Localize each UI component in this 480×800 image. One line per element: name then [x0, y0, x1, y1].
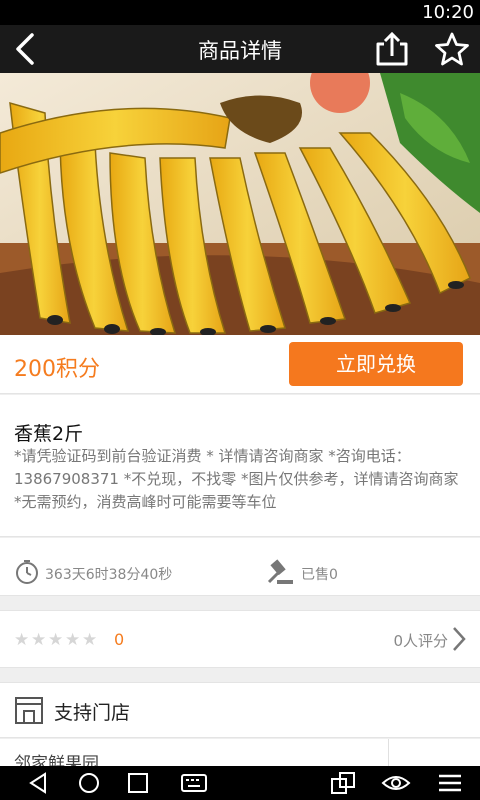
- star-empty-icon: ★: [14, 630, 30, 650]
- gavel-icon: [267, 559, 293, 584]
- product-image: [0, 73, 480, 335]
- status-bar: 10:20: [0, 0, 480, 25]
- rating-count: 0人评分: [393, 632, 448, 650]
- screen: 10:20 商品详情 200积分 立即兑换 香蕉2斤 *请凭验证码到前台验证消费…: [0, 0, 480, 800]
- status-time: 10:20: [422, 2, 474, 23]
- favorite-button[interactable]: [432, 30, 472, 68]
- share-icon: [376, 31, 408, 66]
- screenshot-icon[interactable]: [330, 771, 356, 795]
- meta-row: 363天6时38分40秒 已售0: [0, 538, 480, 596]
- price-row: 200积分 立即兑换: [0, 335, 480, 394]
- star-icon: [435, 32, 469, 66]
- app-header: 商品详情: [0, 25, 480, 73]
- redeem-now-button[interactable]: 立即兑换: [289, 342, 463, 386]
- star-empty-icon: ★: [82, 630, 98, 650]
- star-empty-icon: ★: [48, 630, 64, 650]
- share-button[interactable]: [372, 30, 412, 68]
- countdown-timer: 363天6时38分40秒: [45, 567, 173, 583]
- product-name: 香蕉2斤: [14, 423, 84, 445]
- store-section-header: 支持门店: [0, 682, 480, 738]
- nav-recents-icon[interactable]: [126, 771, 150, 795]
- star-empty-icon: ★: [31, 630, 47, 650]
- stopwatch-icon: [16, 560, 38, 584]
- points-price: 200积分: [14, 357, 100, 382]
- banana-photo: [0, 73, 480, 335]
- nav-back-icon[interactable]: [26, 771, 50, 795]
- product-info: 香蕉2斤 *请凭验证码到前台验证消费 * 详情请咨询商家 *咨询电话：13867…: [0, 395, 480, 537]
- rating-row[interactable]: ★ ★ ★ ★ ★ 0 0人评分: [0, 610, 480, 668]
- nav-home-icon[interactable]: [77, 771, 101, 795]
- menu-icon[interactable]: [437, 771, 463, 795]
- eye-icon[interactable]: [381, 771, 411, 795]
- star-empty-icon: ★: [65, 630, 81, 650]
- rating-score: 0: [114, 630, 125, 649]
- store-icon: [15, 697, 43, 724]
- keyboard-icon[interactable]: [180, 771, 208, 795]
- product-description: *请凭验证码到前台验证消费 * 详情请咨询商家 *咨询电话：1386790837…: [14, 447, 459, 511]
- chevron-right-icon: [453, 627, 466, 651]
- store-list-item[interactable]: 邻家鲜果园: [0, 739, 480, 769]
- divider: [388, 739, 389, 769]
- rating-stars: ★ ★ ★ ★ ★: [14, 630, 99, 649]
- system-nav-bar: [0, 766, 480, 800]
- store-section-title: 支持门店: [54, 702, 131, 724]
- sold-count: 已售0: [301, 567, 338, 583]
